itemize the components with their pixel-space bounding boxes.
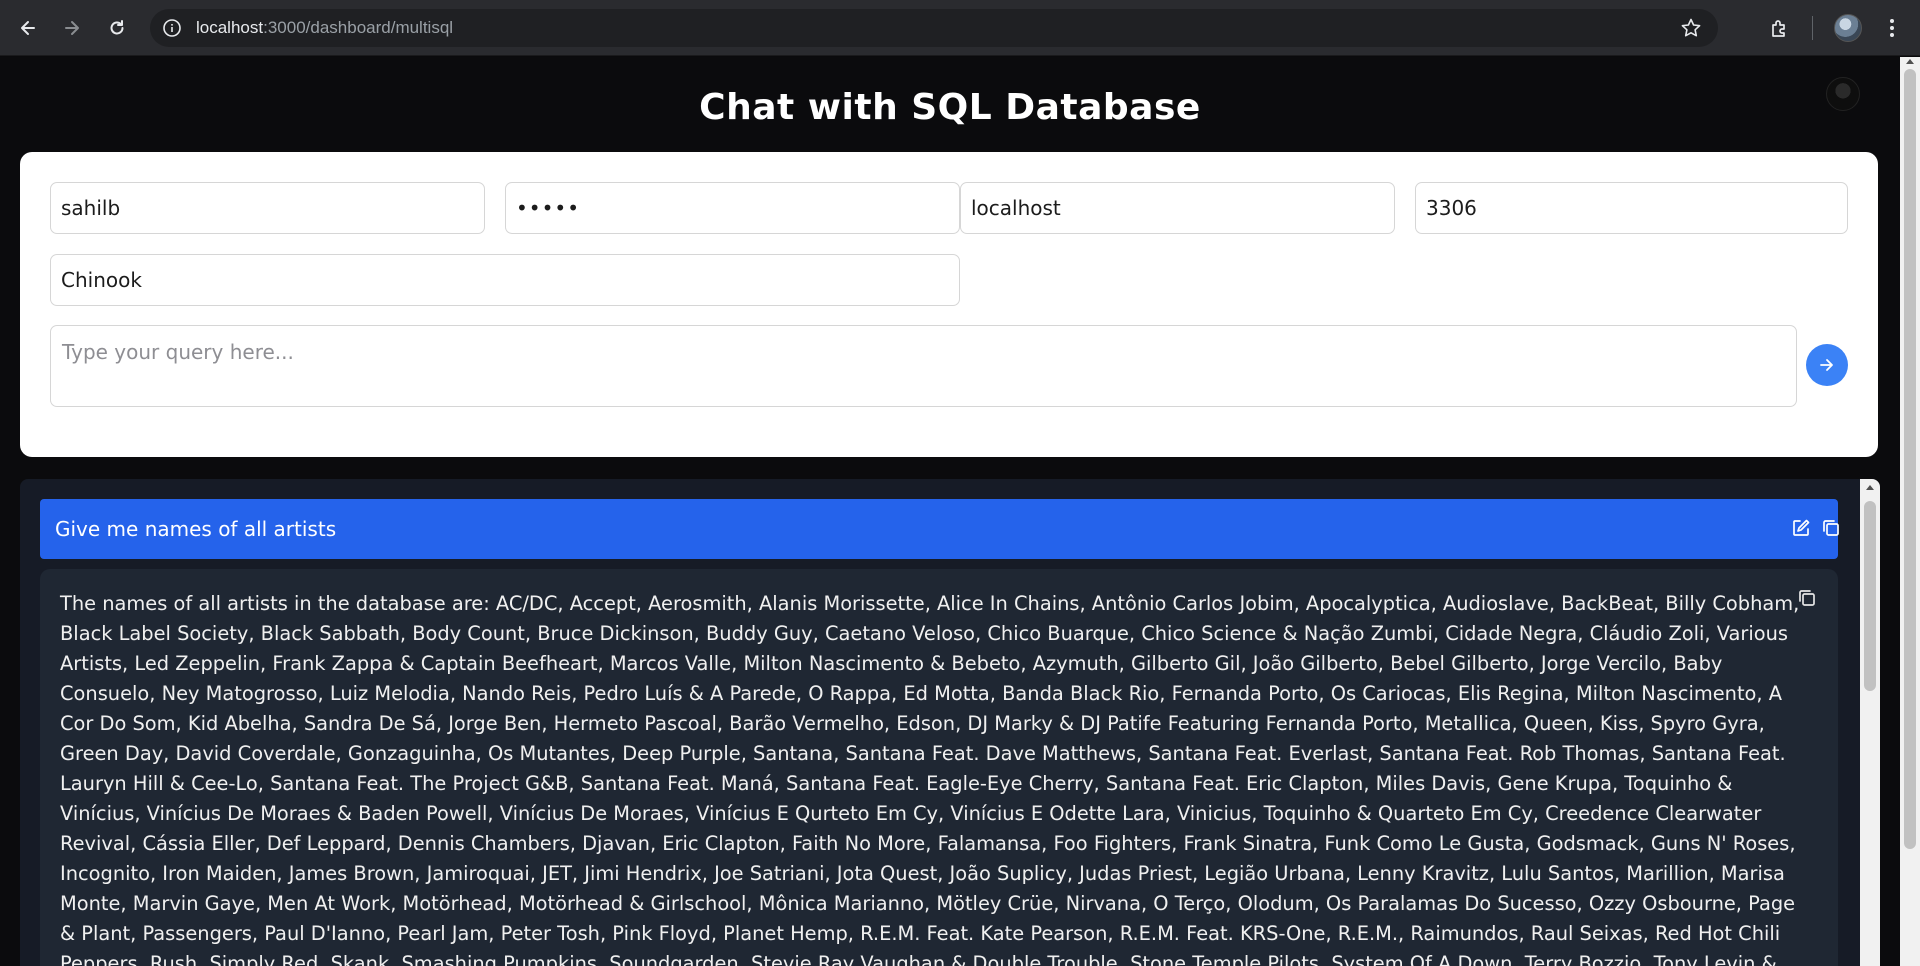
address-bar[interactable]: localhost:3000/dashboard/multisql bbox=[150, 9, 1718, 47]
forward-icon[interactable] bbox=[58, 14, 86, 42]
connection-form: sahilb ••••• localhost 3306 Chinook Type… bbox=[20, 152, 1878, 457]
page-scrollbar-thumb[interactable] bbox=[1904, 69, 1916, 849]
database-field[interactable]: Chinook bbox=[50, 254, 960, 306]
browser-toolbar: localhost:3000/dashboard/multisql bbox=[0, 0, 1920, 56]
url-text: localhost:3000/dashboard/multisql bbox=[196, 18, 453, 38]
page-scrollbar[interactable] bbox=[1900, 57, 1920, 966]
site-info-icon[interactable] bbox=[162, 18, 182, 38]
query-input[interactable]: Type your query here... bbox=[50, 325, 1797, 407]
assistant-message: The names of all artists in the database… bbox=[40, 569, 1838, 966]
scroll-up-icon[interactable] bbox=[1866, 485, 1874, 490]
reload-icon[interactable] bbox=[103, 14, 131, 42]
scroll-up-icon[interactable] bbox=[1906, 59, 1914, 64]
url-path: :3000/dashboard/multisql bbox=[263, 18, 454, 37]
copy-icon[interactable] bbox=[1796, 587, 1818, 609]
arrow-right-icon bbox=[1820, 359, 1833, 371]
assistant-message-text: The names of all artists in the database… bbox=[60, 592, 1800, 966]
page-title: Chat with SQL Database bbox=[699, 87, 1201, 128]
profile-avatar[interactable] bbox=[1834, 14, 1862, 42]
bookmark-star-icon[interactable] bbox=[1680, 17, 1702, 39]
user-message-text: Give me names of all artists bbox=[55, 517, 337, 541]
chat-scrollbar-thumb[interactable] bbox=[1864, 501, 1876, 691]
port-field[interactable]: 3306 bbox=[1415, 182, 1848, 234]
chat-history[interactable]: Give me names of all artists The names o… bbox=[20, 479, 1880, 966]
chat-scrollbar[interactable] bbox=[1860, 479, 1880, 966]
username-field[interactable]: sahilb bbox=[50, 182, 485, 234]
toolbar-divider bbox=[1812, 16, 1813, 40]
avatar[interactable] bbox=[1826, 77, 1860, 111]
copy-icon[interactable] bbox=[1820, 517, 1842, 539]
edit-icon[interactable] bbox=[1790, 517, 1812, 539]
password-field[interactable]: ••••• bbox=[505, 182, 960, 234]
url-host: localhost bbox=[196, 18, 264, 37]
user-message: Give me names of all artists bbox=[40, 499, 1839, 559]
menu-kebab-icon[interactable] bbox=[1878, 14, 1906, 42]
host-field[interactable]: localhost bbox=[960, 182, 1395, 234]
extensions-icon[interactable] bbox=[1766, 14, 1794, 42]
send-button[interactable] bbox=[1806, 344, 1848, 386]
page-content: Chat with SQL Database sahilb ••••• loca… bbox=[0, 57, 1900, 966]
back-icon[interactable] bbox=[14, 14, 42, 42]
